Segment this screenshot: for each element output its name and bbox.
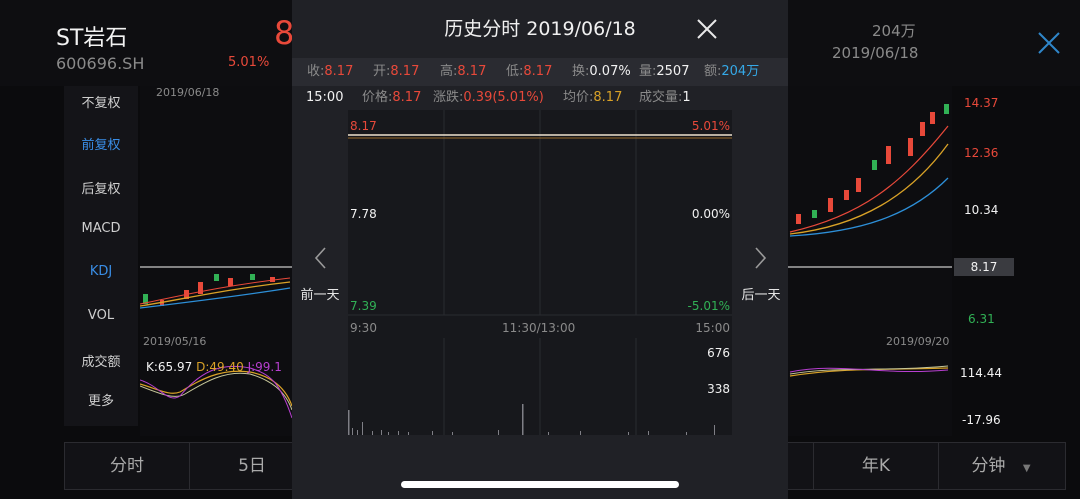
right-candles <box>796 104 949 224</box>
side-menu: 不复权 前复权 后复权 MACD KDJ VOL 成交额 更多 <box>64 86 138 426</box>
cursor-info-row: 15:00 价格:8.17 涨跌:0.39(5.01%) 均价:8.17 成交量… <box>292 86 788 110</box>
stock-code: 600696.SH <box>56 54 145 73</box>
stat-turnover: 换:0.07% <box>572 64 631 79</box>
stat-volume: 量:2507 <box>639 64 690 79</box>
tab-minute-label: 分钟 <box>971 456 1006 476</box>
kdj-legend: K:65.97 D:49.40 J:99.1 <box>146 360 290 374</box>
tab-yearly-k[interactable]: 年K <box>813 443 939 489</box>
stat-high: 高:8.17 <box>440 64 487 79</box>
menu-item-turnover[interactable]: 成交额 <box>64 351 138 370</box>
price-tick-max: 14.37 <box>964 96 999 110</box>
info-change: 涨跌:0.39(5.01%) <box>433 90 544 105</box>
volume-bars <box>348 404 715 435</box>
change-percent: 5.01% <box>228 55 270 70</box>
info-volume: 成交量:1 <box>639 90 691 105</box>
price-tick-min: 6.31 <box>968 312 995 326</box>
stat-low: 低:8.17 <box>506 64 553 79</box>
menu-item-macd[interactable]: MACD <box>64 221 138 236</box>
info-time: 15:00 <box>306 90 344 105</box>
menu-item-vol[interactable]: VOL <box>64 308 138 323</box>
prev-day-label: 前一天 <box>300 288 340 303</box>
prev-day-button[interactable]: 前一天 <box>295 246 345 303</box>
price-tick-2: 12.36 <box>964 146 999 160</box>
axis-bottom-pct: -5.01% <box>687 299 730 313</box>
intraday-chart[interactable]: 8.17 5.01% 7.78 0.00% 7.39 -5.01% 9:30 1… <box>348 110 732 435</box>
header-date: 2019/06/18 <box>832 44 919 62</box>
next-day-label: 后一天 <box>741 288 781 303</box>
close-modal-icon[interactable] <box>696 18 718 40</box>
axis-top-price: 8.17 <box>350 119 377 133</box>
tab-intraday[interactable]: 分时 <box>65 443 190 489</box>
intraday-chart-svg <box>348 110 732 435</box>
chart-start-date: 2019/05/16 <box>143 335 207 348</box>
stock-name: ST岩石 <box>56 26 128 51</box>
time-end: 15:00 <box>695 321 730 335</box>
dropdown-arrow-icon: ▼ <box>1022 463 1031 474</box>
kdj-d-value: D:49.40 <box>196 360 244 374</box>
info-price: 价格:8.17 <box>362 90 422 105</box>
time-start: 9:30 <box>350 321 377 335</box>
time-mid: 11:30/13:00 <box>502 321 576 335</box>
axis-bottom-price: 7.39 <box>350 299 377 313</box>
axis-top-pct: 5.01% <box>691 119 730 133</box>
stat-open: 开:8.17 <box>373 64 420 79</box>
stat-amount: 额:204万 <box>704 64 760 79</box>
kdj-k-value: K:65.97 <box>146 360 193 374</box>
home-indicator[interactable] <box>401 481 679 488</box>
tab-minute[interactable]: 分钟 ▼ <box>938 443 1064 489</box>
menu-item-unadjusted[interactable]: 不复权 <box>64 92 138 111</box>
header-amount: 204万 <box>872 22 916 40</box>
next-day-button[interactable]: 后一天 <box>736 246 786 303</box>
price-tick-3: 10.34 <box>964 203 999 217</box>
indicator-tick-min: -17.96 <box>962 413 1001 427</box>
grid-lines <box>348 110 732 435</box>
menu-item-more[interactable]: 更多 <box>64 390 138 409</box>
volume-max: 676 <box>707 346 730 360</box>
stats-row: 收:8.17 开:8.17 高:8.17 低:8.17 换:0.07% 量:25… <box>292 58 788 86</box>
axis-mid-price: 7.78 <box>350 207 377 221</box>
price-tick-current: 8.17 <box>954 258 1014 276</box>
axis-mid-pct: 0.00% <box>691 207 730 221</box>
kdj-j-value: J:99.1 <box>247 360 282 374</box>
chart-top-date: 2019/06/18 <box>156 86 220 99</box>
chevron-left-icon <box>314 247 326 269</box>
menu-item-forward-adjusted[interactable]: 前复权 <box>64 134 138 153</box>
stat-close: 收:8.17 <box>307 64 354 79</box>
volume-mid: 338 <box>707 382 730 396</box>
indicator-tick-max: 114.44 <box>960 366 1002 380</box>
menu-item-kdj[interactable]: KDJ <box>64 264 138 279</box>
history-intraday-modal: 历史分时 2019/06/18 收:8.17 开:8.17 高:8.17 低:8… <box>292 0 788 499</box>
menu-item-backward-adjusted[interactable]: 后复权 <box>64 178 138 197</box>
chevron-right-icon <box>755 247 767 269</box>
chart-end-date: 2019/09/20 <box>886 335 950 348</box>
close-app-icon[interactable] <box>1036 30 1062 56</box>
info-avg: 均价:8.17 <box>563 90 623 105</box>
